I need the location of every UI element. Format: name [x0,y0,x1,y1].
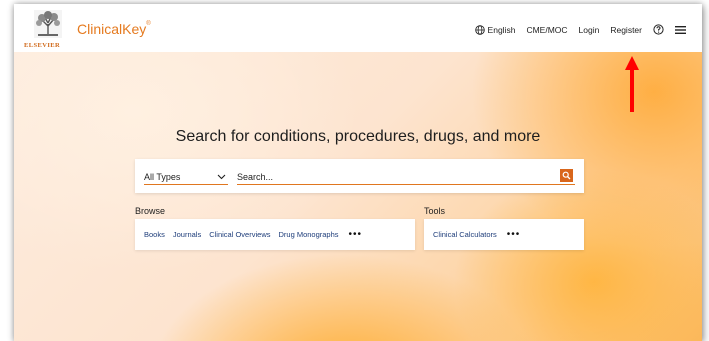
search-input[interactable] [237,171,537,182]
login-link[interactable]: Login [579,25,600,35]
page-headline: Search for conditions, procedures, drugs… [175,128,541,145]
red-arrow-icon [625,56,639,112]
browse-more-icon[interactable]: ••• [349,229,363,240]
cme-moc-link[interactable]: CME/MOC [526,25,567,35]
site-header: ELSEVIER ClinicalKey® English CME/MOC Lo… [14,4,702,52]
browse-link-clinical-overviews[interactable]: Clinical Overviews [209,230,270,239]
register-link[interactable]: Register [610,25,642,35]
tools-heading: Tools [424,206,446,216]
help-button[interactable] [653,24,664,35]
help-icon [653,24,664,35]
content-type-dropdown[interactable]: All Types [144,169,228,185]
content-type-value: All Types [144,171,181,182]
browse-link-books[interactable]: Books [144,230,165,239]
search-button[interactable] [560,169,573,182]
browser-frame: ELSEVIER ClinicalKey® English CME/MOC Lo… [14,4,702,341]
tools-card: Clinical Calculators ••• [424,219,584,250]
search-field[interactable] [237,169,575,185]
search-bar: All Types [135,159,584,193]
brand-name: ClinicalKey [77,21,147,37]
browse-heading: Browse [135,206,166,216]
chevron-down-icon [217,174,226,179]
hamburger-menu-icon [675,25,686,34]
search-icon [562,171,571,180]
brand-mark: ® [146,21,151,27]
main-menu-button[interactable] [675,25,686,35]
elsevier-logo[interactable]: ELSEVIER [22,9,72,51]
browse-link-drug-monographs[interactable]: Drug Monographs [278,230,338,239]
browse-link-journals[interactable]: Journals [173,230,201,239]
top-nav: English CME/MOC Login Register [474,24,686,35]
tools-more-icon[interactable]: ••• [507,229,521,240]
clinicalkey-logo[interactable]: ClinicalKey® [77,21,151,37]
publisher-name: ELSEVIER [24,42,61,49]
globe-icon [474,24,485,35]
language-selector[interactable]: English [474,24,516,35]
language-label: English [487,24,516,35]
browse-card: Books Journals Clinical Overviews Drug M… [135,219,415,250]
elsevier-tree-icon [34,10,62,38]
tools-link-clinical-calculators[interactable]: Clinical Calculators [433,230,497,239]
hero-section [14,52,702,341]
